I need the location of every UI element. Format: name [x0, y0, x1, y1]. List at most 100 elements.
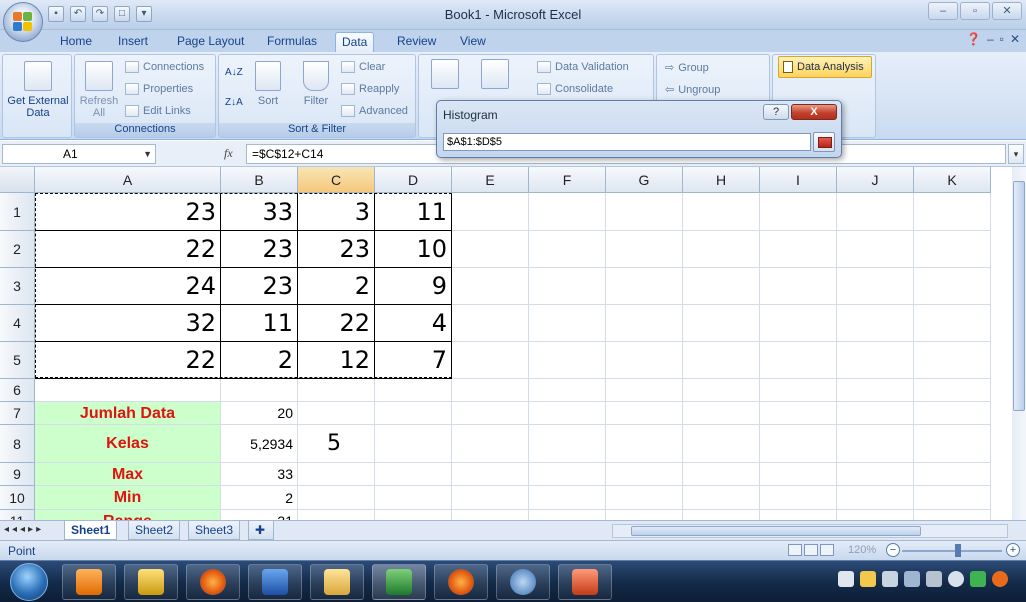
cell-empty[interactable]	[683, 305, 760, 342]
cell-d1[interactable]: 11	[375, 193, 452, 231]
close-window-button[interactable]: ✕	[992, 2, 1022, 20]
cell-empty[interactable]	[529, 402, 606, 425]
cell-c7[interactable]	[298, 402, 375, 425]
text-to-columns-button[interactable]	[425, 59, 465, 93]
cell-c10[interactable]	[298, 486, 375, 510]
row-header-1[interactable]: 1	[0, 193, 35, 231]
cell-empty[interactable]	[606, 510, 683, 520]
column-header-k[interactable]: K	[914, 167, 991, 193]
cell-empty[interactable]	[837, 463, 914, 486]
row-header-9[interactable]: 9	[0, 463, 35, 486]
data-analysis-button[interactable]: Data Analysis	[778, 56, 872, 78]
cell-empty[interactable]	[760, 305, 837, 342]
cell-empty[interactable]	[529, 486, 606, 510]
filter-button[interactable]: Filter	[297, 61, 335, 107]
column-header-c[interactable]: C	[298, 167, 375, 193]
cell-empty[interactable]	[529, 425, 606, 463]
cell-a4[interactable]: 32	[35, 305, 221, 342]
cell-empty[interactable]	[452, 402, 529, 425]
column-header-a[interactable]: A	[35, 167, 221, 193]
cell-empty[interactable]	[606, 486, 683, 510]
cell-empty[interactable]	[298, 379, 375, 402]
row-header-2[interactable]: 2	[0, 231, 35, 268]
page-break-view-icon[interactable]	[820, 544, 834, 556]
cell-empty[interactable]	[760, 486, 837, 510]
cell-empty[interactable]	[837, 193, 914, 231]
clear-button[interactable]: Clear	[341, 61, 385, 73]
cell-empty[interactable]	[760, 268, 837, 305]
name-box[interactable]: A1 ▼	[2, 144, 156, 164]
cell-empty[interactable]	[375, 379, 452, 402]
chevron-down-icon[interactable]: ▼	[143, 145, 152, 163]
tray-notification-icon[interactable]	[860, 571, 876, 587]
cell-empty[interactable]	[914, 268, 991, 305]
properties-button[interactable]: Properties	[125, 83, 193, 95]
cell-empty[interactable]	[35, 379, 221, 402]
label-cell[interactable]: Max	[35, 463, 221, 486]
cell-empty[interactable]	[837, 402, 914, 425]
minimize-button[interactable]: –	[928, 2, 958, 20]
tray-app-icon[interactable]	[838, 571, 854, 587]
taskbar-math[interactable]	[496, 564, 550, 600]
cell-empty[interactable]	[529, 268, 606, 305]
cell-c1[interactable]: 3	[298, 193, 375, 231]
taskbar-firefox-2[interactable]	[434, 564, 488, 600]
cell-a3[interactable]: 24	[35, 268, 221, 305]
group-button[interactable]: ⇨ Group	[665, 61, 709, 75]
cell-b4[interactable]: 11	[221, 305, 298, 342]
row-header-7[interactable]: 7	[0, 402, 35, 425]
cell-empty[interactable]	[683, 402, 760, 425]
cell-d3[interactable]: 9	[375, 268, 452, 305]
column-header-b[interactable]: B	[221, 167, 298, 193]
consolidate-button[interactable]: Consolidate	[537, 83, 613, 95]
value-cell[interactable]: 2	[221, 486, 298, 510]
taskbar-firefox[interactable]	[186, 564, 240, 600]
cell-empty[interactable]	[760, 463, 837, 486]
column-header-d[interactable]: D	[375, 167, 452, 193]
cell-empty[interactable]	[452, 268, 529, 305]
ungroup-button[interactable]: ⇦ Ungroup	[665, 83, 720, 97]
row-header-3[interactable]: 3	[0, 268, 35, 305]
column-header-i[interactable]: I	[760, 167, 837, 193]
cell-empty[interactable]	[529, 305, 606, 342]
advanced-button[interactable]: Advanced	[341, 105, 408, 117]
cell-empty[interactable]	[760, 379, 837, 402]
cell-empty[interactable]	[837, 510, 914, 520]
cell-empty[interactable]	[529, 463, 606, 486]
sort-az-button[interactable]: A↓Z	[225, 67, 243, 78]
cell-empty[interactable]	[683, 231, 760, 268]
taskbar-excel[interactable]	[372, 564, 426, 600]
cell-a2[interactable]: 22	[35, 231, 221, 268]
cell-empty[interactable]	[914, 425, 991, 463]
reapply-button[interactable]: Reapply	[341, 83, 399, 95]
office-button[interactable]	[3, 2, 43, 42]
cell-c9[interactable]	[298, 463, 375, 486]
cell-empty[interactable]	[452, 379, 529, 402]
zoom-slider[interactable]	[902, 550, 1002, 552]
cell-empty[interactable]	[837, 425, 914, 463]
cell-a1[interactable]: 23	[35, 193, 221, 231]
network-icon[interactable]	[904, 571, 920, 587]
input-range-field[interactable]: $A$1:$D$5	[443, 133, 811, 151]
cell-empty[interactable]	[914, 463, 991, 486]
label-cell[interactable]: Range	[35, 510, 221, 520]
dialog-close-button[interactable]: X	[791, 104, 837, 120]
cell-empty[interactable]	[914, 231, 991, 268]
tab-view[interactable]: View	[454, 32, 492, 52]
cell-empty[interactable]	[452, 193, 529, 231]
row-header-4[interactable]: 4	[0, 305, 35, 342]
tab-formulas[interactable]: Formulas	[261, 32, 323, 52]
cell-empty[interactable]	[683, 486, 760, 510]
cell-empty[interactable]	[606, 231, 683, 268]
data-validation-button[interactable]: Data Validation	[537, 61, 629, 73]
cell-empty[interactable]	[606, 463, 683, 486]
cell-empty[interactable]	[452, 425, 529, 463]
cell-empty[interactable]	[606, 268, 683, 305]
value-cell[interactable]: 5,2934	[221, 425, 298, 463]
cell-empty[interactable]	[760, 231, 837, 268]
cell-empty[interactable]	[760, 342, 837, 379]
value-cell[interactable]: 31	[221, 510, 298, 520]
cell-empty[interactable]	[452, 463, 529, 486]
doc-minimize-icon[interactable]: –	[987, 32, 994, 46]
cell-empty[interactable]	[914, 402, 991, 425]
